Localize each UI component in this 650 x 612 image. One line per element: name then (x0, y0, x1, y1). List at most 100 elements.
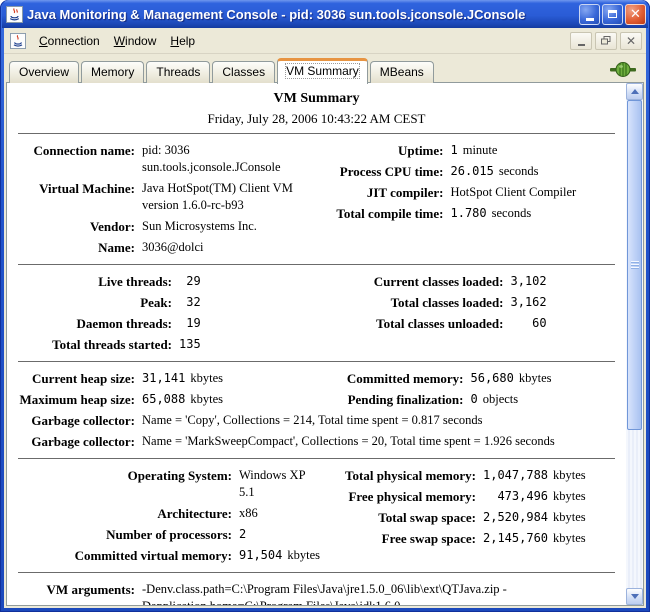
field-value: x86 (239, 506, 258, 520)
menu-help[interactable]: Help (163, 31, 202, 51)
close-button[interactable]: ✕ (625, 3, 646, 25)
frame-controls: ✕ (570, 31, 642, 50)
field-value: Java HotSpot(TM) Client VM version 1.6.0… (142, 181, 293, 212)
menu-connection[interactable]: Connection (32, 31, 107, 51)
title-bar[interactable]: Java Monitoring & Management Console - p… (2, 0, 648, 28)
section-operating-system: Operating System: Windows XP 5.1 Archite… (17, 465, 616, 566)
field-label: Total classes loaded: (390, 295, 504, 310)
field-label: Garbage collector: (31, 413, 135, 428)
arrow-down-icon (630, 594, 639, 599)
field-label: Total threads started: (52, 337, 172, 352)
field-value: 29 (179, 274, 201, 288)
field-label: Peak: (140, 295, 172, 310)
scrollbar-track[interactable] (626, 100, 643, 588)
vertical-scrollbar[interactable] (626, 83, 643, 605)
field-value: Name = 'Copy', Collections = 214, Total … (142, 413, 483, 427)
tab-vm-summary-label: VM Summary (285, 63, 360, 79)
tab-mbeans[interactable]: MBeans (369, 61, 434, 83)
field-value: 1,047,788 kbytes (483, 468, 586, 482)
section-vm-info: Connection name: pid: 3036 sun.tools.jco… (17, 140, 616, 258)
section-garbage-collectors: Garbage collector: Name = 'Copy', Collec… (17, 410, 616, 452)
thumb-grip-icon (630, 261, 639, 269)
arrow-up-icon (630, 89, 639, 94)
field-value: 60 (510, 316, 547, 330)
section-separator (18, 572, 615, 574)
minimize-button[interactable] (579, 3, 600, 25)
field-label: Uptime: (398, 143, 444, 158)
scrollbar-thumb[interactable] (627, 100, 642, 430)
field-value: Sun Microsystems Inc. (142, 219, 257, 233)
jconsole-window: Java Monitoring & Management Console - p… (0, 0, 650, 612)
section-memory: Current heap size: 31,141 kbytes Maximum … (17, 368, 616, 410)
field-value: 31,141 kbytes (142, 371, 223, 385)
field-label: Total compile time: (336, 206, 444, 221)
field-value: Name = 'MarkSweepCompact', Collections =… (142, 434, 555, 448)
tab-threads[interactable]: Threads (146, 61, 211, 83)
section-threads-classes: Live threads: 29 Peak: 32 Daemon threads… (17, 271, 616, 355)
field-label: Current heap size: (31, 371, 135, 386)
field-value: 3036@dolci (142, 240, 204, 254)
field-value: 1 minute (450, 143, 498, 157)
field-label: Total swap space: (378, 510, 476, 525)
menu-window[interactable]: Window (107, 31, 164, 51)
field-value: 2 (239, 527, 247, 541)
tab-vm-summary[interactable]: VM Summary (277, 58, 368, 84)
java-frame-icon (10, 32, 26, 49)
close-icon: ✕ (630, 6, 641, 22)
field-label: Total classes unloaded: (376, 316, 504, 331)
field-value: 473,496 kbytes (483, 489, 586, 503)
field-value: 2,520,984 kbytes (483, 510, 586, 524)
menu-bar: Connection Window Help ✕ (4, 28, 646, 54)
field-label: Vendor: (89, 219, 135, 234)
field-value: 91,504 kbytes (239, 548, 320, 562)
field-label: VM arguments: (46, 582, 135, 597)
java-app-icon (6, 5, 23, 23)
field-value: 56,680 kbytes (470, 371, 552, 385)
main-area: Overview Memory Threads Classes VM Summa… (4, 54, 646, 608)
frame-restore-button[interactable] (595, 31, 617, 50)
field-label: Free physical memory: (348, 489, 476, 504)
field-value: 3,162 (510, 295, 547, 309)
summary-date: Friday, July 28, 2006 10:43:22 AM CEST (207, 111, 426, 126)
field-label: Number of processors: (106, 527, 232, 542)
section-separator (18, 133, 615, 135)
field-label: Committed virtual memory: (74, 548, 232, 563)
field-label: Operating System: (127, 468, 232, 483)
window-title: Java Monitoring & Management Console - p… (27, 6, 526, 22)
frame-close-icon: ✕ (625, 33, 637, 48)
field-value: 19 (179, 316, 201, 330)
field-value: 1.780 seconds (450, 206, 532, 220)
vm-summary-content: VM Summary Friday, July 28, 2006 10:43:2… (7, 83, 626, 605)
frame-close-button[interactable]: ✕ (620, 31, 642, 50)
field-label: Maximum heap size: (19, 392, 135, 407)
maximize-icon (608, 10, 617, 18)
tab-classes[interactable]: Classes (212, 61, 276, 83)
field-label: Garbage collector: (31, 434, 135, 449)
scroll-down-button[interactable] (626, 588, 643, 605)
field-value: HotSpot Client Compiler (450, 185, 577, 199)
frame-restore-icon (601, 36, 611, 45)
field-value: 32 (179, 295, 201, 309)
field-label: Pending finalization: (347, 392, 464, 407)
field-value: pid: 3036 sun.tools.jconsole.JConsole (142, 143, 281, 174)
field-label: Free swap space: (381, 531, 476, 546)
field-label: Virtual Machine: (39, 181, 135, 196)
frame-minimize-button[interactable] (570, 31, 592, 50)
section-separator (18, 361, 615, 363)
field-value: -Denv.class.path=C:\Program Files\Java\j… (142, 582, 507, 605)
tab-overview[interactable]: Overview (9, 61, 80, 83)
field-label: JIT compiler: (366, 185, 444, 200)
frame-minimize-icon (577, 43, 585, 46)
minimize-icon (585, 17, 594, 21)
field-label: Name: (98, 240, 135, 255)
field-label: Live threads: (98, 274, 172, 289)
field-value: 135 (179, 337, 201, 351)
field-value: 65,088 kbytes (142, 392, 223, 406)
field-label: Committed memory: (346, 371, 464, 386)
maximize-button[interactable] (602, 3, 623, 25)
field-label: Connection name: (33, 143, 135, 158)
field-label: Process CPU time: (339, 164, 444, 179)
tab-memory[interactable]: Memory (81, 61, 145, 83)
scroll-up-button[interactable] (626, 83, 643, 100)
field-value: 3,102 (510, 274, 547, 288)
